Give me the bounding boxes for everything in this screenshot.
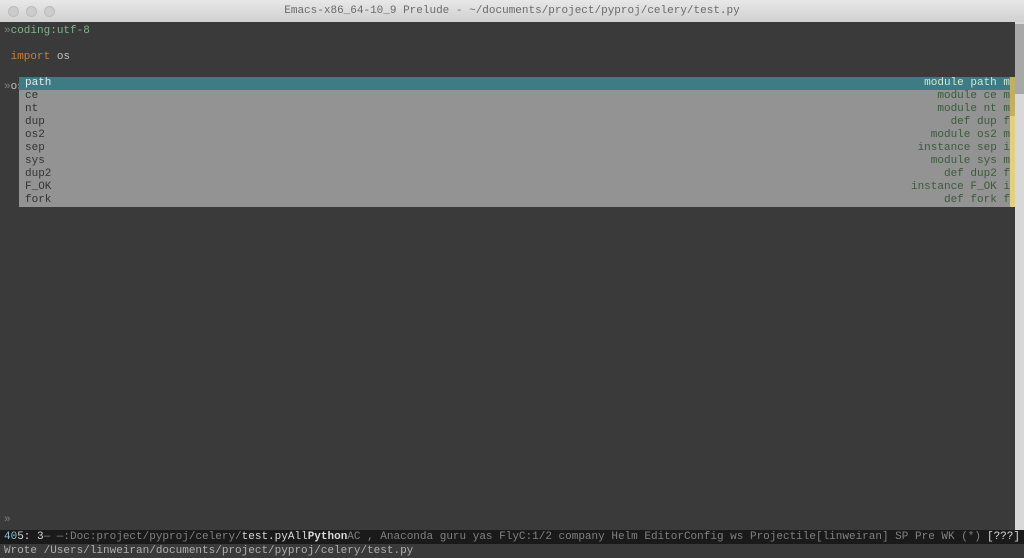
editor-scroll-thumb[interactable] [1015, 24, 1024, 94]
modeline-separator: — —: [44, 530, 70, 544]
completion-label: sys [25, 155, 45, 168]
completion-meta: module sys m [931, 155, 1010, 168]
code-line-blank [0, 64, 1024, 77]
completion-item[interactable]: ce module ce m [19, 90, 1016, 103]
completion-label: os2 [25, 129, 45, 142]
completion-label: F_OK [25, 181, 51, 194]
completion-item[interactable]: dup2 def dup2 f [19, 168, 1016, 181]
completion-item[interactable]: path module path m [19, 77, 1016, 90]
completion-meta: module os2 m [931, 129, 1010, 142]
completion-label: sep [25, 142, 45, 155]
modeline-doc-label: Doc: [70, 530, 96, 544]
minibuffer: Wrote /Users/linweiran/documents/project… [0, 544, 1024, 558]
completion-item[interactable]: sep instance sep i [19, 142, 1016, 155]
fringe-marker: » [4, 81, 11, 93]
completion-label: fork [25, 194, 51, 207]
modeline-minor-modes: AC , Anaconda guru yas FlyC:1/2 company … [347, 530, 981, 544]
completion-item[interactable]: dup def dup f [19, 116, 1016, 129]
zoom-window-button[interactable] [44, 6, 55, 17]
completion-meta: instance sep i [918, 142, 1010, 155]
modeline-position: 5: 3 [17, 530, 43, 544]
completion-meta: def dup2 f [944, 168, 1010, 181]
coding-directive: coding:utf-8 [11, 25, 90, 37]
modeline: 40 5: 3 — —:Doc:project/pyproj/celery/te… [0, 530, 1024, 544]
completion-meta: module ce m [937, 90, 1010, 103]
fringe-marker: » [4, 514, 11, 526]
completion-meta: def dup f [951, 116, 1010, 129]
fringe-row: » [0, 514, 11, 527]
code-line: »coding:utf-8 [0, 25, 1024, 38]
completion-item[interactable]: nt module nt m [19, 103, 1016, 116]
completion-item[interactable]: os2 module os2 m [19, 129, 1016, 142]
traffic-lights [8, 6, 55, 17]
completion-meta: def fork f [944, 194, 1010, 207]
completion-label: dup2 [25, 168, 51, 181]
completion-label: nt [25, 103, 38, 116]
import-keyword: import [11, 51, 51, 63]
completion-meta: instance F_OK i [911, 181, 1010, 194]
window-titlebar: Emacs-x86_64-10_9 Prelude - ~/documents/… [0, 0, 1024, 22]
completion-label: ce [25, 90, 38, 103]
completion-item[interactable]: sys module sys m [19, 155, 1016, 168]
editor-area[interactable]: »coding:utf-8 import os »os. pathmodule … [0, 22, 1024, 530]
code-line-blank [0, 38, 1024, 51]
modeline-path-dim: project/pyproj/celery/ [96, 530, 241, 544]
close-window-button[interactable] [8, 6, 19, 17]
module-name: os [57, 51, 70, 63]
modeline-path-bright: test.py [242, 530, 288, 544]
modeline-major-mode: Python [308, 530, 348, 544]
modeline-column: 40 [4, 530, 17, 544]
editor-scrollbar[interactable] [1015, 22, 1024, 530]
completion-item[interactable]: F_OK instance F_OK i [19, 181, 1016, 194]
completion-meta: module path m [924, 77, 1010, 90]
modeline-right: [???] [987, 530, 1020, 544]
completion-label: dup [25, 116, 45, 129]
minimize-window-button[interactable] [26, 6, 37, 17]
completion-item[interactable]: fork def fork f [19, 194, 1016, 207]
code-line: import os [0, 51, 1024, 64]
completion-meta: module nt m [937, 103, 1010, 116]
completion-popup[interactable]: path module path m ce module ce m nt module n… [19, 77, 1016, 207]
window-title: Emacs-x86_64-10_9 Prelude - ~/documents/… [284, 5, 739, 17]
completion-label: path [25, 77, 51, 90]
fringe-marker: » [4, 25, 11, 37]
modeline-all: All [288, 530, 308, 544]
